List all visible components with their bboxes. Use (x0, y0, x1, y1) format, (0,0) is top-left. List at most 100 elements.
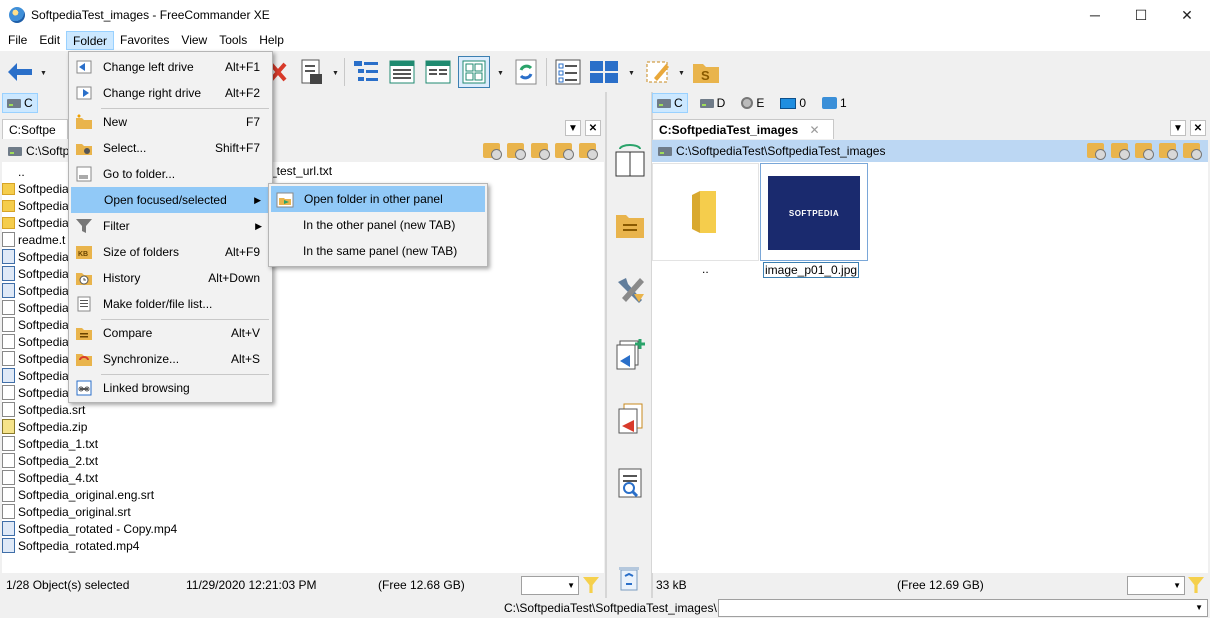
folder-copy-icon[interactable] (1183, 143, 1202, 160)
folder-list-button[interactable] (614, 210, 646, 242)
menu-tools[interactable]: Tools (213, 31, 253, 50)
menu-folder[interactable]: Folder (66, 31, 115, 50)
file-row[interactable]: Softpedia.srt (2, 401, 85, 418)
folder-favorites-icon[interactable] (1111, 143, 1130, 160)
left-drive-c[interactable]: C (2, 93, 38, 113)
file-row[interactable]: Softpedia_rotated - Copy.mp4 (2, 520, 177, 537)
layout-dropdown-icon[interactable]: ▼ (628, 70, 635, 77)
file-row[interactable]: Softpedia (2, 265, 69, 282)
file-row[interactable]: Softpedia (2, 214, 69, 231)
submenu-same-panel-new-tab[interactable]: In the same panel (new TAB) (271, 238, 485, 264)
menu-open-focused-selected[interactable]: Open focused/selected ▶ (71, 187, 270, 213)
left-filter-icon[interactable] (583, 577, 599, 593)
right-tab-dropdown-icon[interactable]: ▼ (1170, 120, 1186, 136)
minimize-button[interactable]: ─ (1072, 0, 1118, 30)
thumbnail-parent-folder[interactable] (652, 163, 759, 261)
swap-panels-button[interactable] (614, 144, 646, 177)
close-button[interactable]: ✕ (1164, 0, 1210, 30)
file-row[interactable]: Softpedia_rotated.mp4 (2, 537, 139, 554)
menu-go-to-folder[interactable]: Go to folder... (71, 161, 270, 187)
right-thumbnail-view[interactable]: .. SOFTPEDIA image_p01_0.jpg (652, 162, 1208, 573)
menu-view[interactable]: View (175, 31, 213, 50)
menu-make-folder-file-list[interactable]: Make folder/file list... (71, 291, 270, 317)
menu-linked-browsing[interactable]: Linked browsing (71, 375, 270, 401)
menu-synchronize[interactable]: Synchronize... Alt+S (71, 346, 270, 372)
left-filter-combo[interactable]: ▼ (521, 576, 579, 595)
right-drive-d[interactable]: D (696, 93, 730, 113)
right-panel-close-icon[interactable]: ✕ (1190, 120, 1206, 136)
file-row[interactable]: Softpedia_original.srt (2, 503, 131, 520)
back-dropdown-icon[interactable]: ▼ (40, 70, 47, 77)
left-tab-close-icon[interactable]: ✕ (585, 120, 601, 136)
menu-history[interactable]: History Alt+Down (71, 265, 270, 291)
file-row[interactable]: .. (2, 163, 25, 180)
thumbnail-caption-selected[interactable]: image_p01_0.jpg (763, 262, 860, 278)
right-drive-c[interactable]: C (652, 93, 688, 113)
properties-button[interactable] (296, 56, 328, 88)
right-drive-1[interactable]: 1 (818, 93, 851, 113)
right-filter-combo[interactable]: ▼ (1127, 576, 1185, 595)
tools-button[interactable] (614, 274, 646, 306)
right-path-bar[interactable]: C:\SoftpediaTest\SoftpediaTest_images (652, 140, 1208, 162)
right-tab[interactable]: C:SoftpediaTest_images ✕ (652, 119, 834, 139)
recycle-bin-button[interactable] (614, 562, 646, 594)
move-to-other-panel-button[interactable] (614, 402, 646, 434)
menu-select[interactable]: Select... Shift+F7 (71, 135, 270, 161)
file-row[interactable]: Softpedia (2, 299, 69, 316)
menu-size-of-folders[interactable]: KB Size of folders Alt+F9 (71, 239, 270, 265)
menu-help[interactable]: Help (253, 31, 290, 50)
favorites-folder-button[interactable]: S (690, 56, 722, 88)
menu-file[interactable]: File (2, 31, 33, 50)
maximize-button[interactable]: ☐ (1118, 0, 1164, 30)
partial-filename[interactable]: _test_url.txt (270, 164, 332, 178)
submenu-open-in-other-panel[interactable]: Open folder in other panel (271, 186, 485, 212)
properties-dropdown-icon[interactable]: ▼ (332, 70, 339, 77)
file-row[interactable]: Softpedia (2, 248, 69, 265)
splitter-left[interactable] (605, 92, 607, 600)
file-row[interactable]: Softpedia_1.txt (2, 435, 98, 452)
tree-view-button[interactable] (350, 56, 382, 88)
menu-change-left-drive[interactable]: Change left drive Alt+F1 (71, 54, 270, 80)
copy-to-other-panel-button[interactable] (614, 337, 646, 370)
view-file-button[interactable] (614, 467, 646, 499)
file-row[interactable]: Softpedia (2, 197, 69, 214)
file-row[interactable]: Softpedia_original.eng.srt (2, 486, 154, 503)
right-drive-e[interactable]: E (737, 93, 768, 113)
edit-dropdown-icon[interactable]: ▼ (678, 70, 685, 77)
folder-history-icon[interactable] (1087, 143, 1106, 160)
menu-filter[interactable]: Filter ▶ (71, 213, 270, 239)
file-row[interactable]: Softpedia (2, 350, 69, 367)
thumbnail-view-button[interactable] (458, 56, 490, 88)
folder-root-icon[interactable] (555, 143, 574, 160)
folder-favorites-icon[interactable] (507, 143, 526, 160)
folder-root-icon[interactable] (1159, 143, 1178, 160)
file-row[interactable]: Softpedia_4.txt (2, 469, 98, 486)
right-filter-icon[interactable] (1188, 577, 1204, 593)
menu-new[interactable]: New F7 (71, 109, 270, 135)
folder-up-icon[interactable] (531, 143, 550, 160)
layout-button[interactable] (588, 56, 620, 88)
file-row[interactable]: Softpedia.zip (2, 418, 87, 435)
menu-edit[interactable]: Edit (33, 31, 66, 50)
list-view-button[interactable] (422, 56, 454, 88)
file-row[interactable]: Softpedia (2, 367, 69, 384)
checklist-button[interactable] (552, 56, 584, 88)
left-tab[interactable]: C:Softpe (2, 119, 68, 139)
right-drive-0[interactable]: 0 (776, 93, 810, 113)
file-row[interactable]: Softpedia (2, 180, 69, 197)
folder-up-icon[interactable] (1135, 143, 1154, 160)
back-button[interactable] (4, 56, 36, 88)
refresh-button[interactable] (510, 56, 542, 88)
file-row[interactable]: readme.t (2, 231, 65, 248)
file-row[interactable]: Softpedia (2, 316, 69, 333)
left-tab-dropdown-icon[interactable]: ▼ (565, 120, 581, 136)
view-dropdown-icon[interactable]: ▼ (497, 70, 504, 77)
edit-button[interactable] (642, 56, 674, 88)
file-row[interactable]: Softpedia_2.txt (2, 452, 98, 469)
folder-history-icon[interactable] (483, 143, 502, 160)
folder-copy-icon[interactable] (579, 143, 598, 160)
menu-change-right-drive[interactable]: Change right drive Alt+F2 (71, 80, 270, 106)
command-line-input[interactable]: ▼ (718, 599, 1208, 617)
file-row[interactable]: Softpedia (2, 384, 69, 401)
right-tab-close-icon[interactable]: ✕ (810, 123, 820, 137)
